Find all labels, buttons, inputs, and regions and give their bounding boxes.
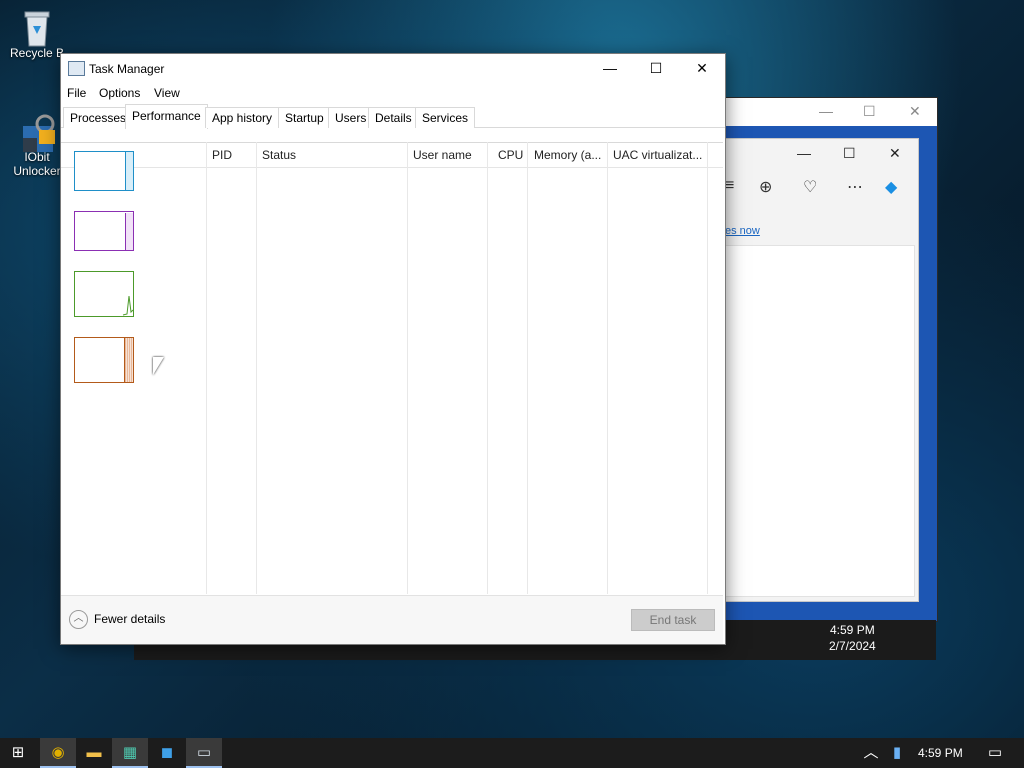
menu-icon[interactable]: ≡	[725, 177, 734, 195]
column-memory[interactable]: Memory (a...	[534, 148, 601, 162]
task-manager-window[interactable]: Task Manager — ☐ ✕ File Options View Pro…	[60, 53, 726, 645]
column-divider	[256, 142, 257, 594]
title-bar[interactable]: Task Manager — ☐ ✕	[61, 54, 725, 82]
tab-processes[interactable]: Processes	[63, 107, 134, 128]
column-cpu[interactable]: CPU	[498, 148, 523, 162]
minimize-icon[interactable]: —	[819, 103, 833, 119]
column-divider	[407, 142, 408, 594]
column-uac-virtualization[interactable]: UAC virtualizat...	[613, 148, 702, 162]
network-icon[interactable]: ▮	[884, 738, 910, 768]
column-divider	[206, 142, 207, 594]
column-user-name[interactable]: User name	[413, 148, 472, 162]
tab-bar: Processes Performance App history Startu…	[61, 104, 725, 129]
column-divider	[527, 142, 528, 594]
column-divider	[487, 142, 488, 594]
notifications-icon[interactable]: ▭	[980, 738, 1010, 768]
tab-details[interactable]: Details	[368, 107, 419, 128]
maximize-icon[interactable]: ☐	[863, 103, 876, 120]
menu-file[interactable]: File	[67, 86, 86, 100]
chevron-up-icon[interactable]: ︿	[856, 738, 886, 768]
fewer-details-link[interactable]: Fewer details	[94, 612, 165, 626]
start-icon[interactable]: ⊞	[0, 738, 36, 768]
minimize-button[interactable]: —	[587, 54, 633, 82]
task-manager-icon[interactable]: ▭	[186, 738, 222, 768]
menu-options[interactable]: Options	[99, 86, 140, 100]
background-clock-date: 2/7/2024	[829, 639, 876, 653]
taskbar: ⊞ ◉ ▬ ▦ ◼ ▭ ︿ ▮ 4:59 PM ▭	[0, 738, 1024, 768]
column-divider	[707, 142, 708, 594]
chrome-icon[interactable]: ◉	[40, 738, 76, 768]
disk-graph-thumbnail[interactable]	[74, 271, 134, 317]
tab-startup[interactable]: Startup	[278, 107, 331, 128]
chevron-up-icon[interactable]: ︿	[69, 610, 88, 629]
footer-bar: ︿ Fewer details End task	[61, 595, 723, 644]
close-button[interactable]: ✕	[679, 54, 725, 82]
background-clock-time: 4:59 PM	[830, 623, 875, 637]
column-header-row: PID Status User name CPU Memory (a... UA…	[61, 142, 723, 168]
end-task-button[interactable]: End task	[631, 609, 715, 631]
health-icon[interactable]: ♡	[803, 177, 817, 197]
browser-link[interactable]: es now	[725, 225, 760, 237]
maximize-icon[interactable]: ☐	[843, 145, 856, 162]
collections-icon[interactable]: ⊕	[759, 177, 772, 197]
tab-services[interactable]: Services	[415, 107, 476, 128]
menu-view[interactable]: View	[154, 86, 180, 100]
cpu-graph-thumbnail[interactable]	[74, 151, 134, 191]
unlocker-icon	[19, 112, 55, 152]
tab-app-history[interactable]: App history	[205, 107, 280, 128]
window-title: Task Manager	[89, 62, 165, 76]
task-manager-icon	[68, 61, 85, 76]
ethernet-graph-thumbnail[interactable]	[74, 337, 134, 383]
building-app-icon[interactable]: ▦	[112, 738, 148, 768]
maximize-button[interactable]: ☐	[633, 54, 679, 82]
column-status[interactable]: Status	[262, 148, 296, 162]
copilot-icon[interactable]: ◆	[885, 177, 897, 197]
more-icon[interactable]: ⋯	[847, 177, 863, 197]
store-icon[interactable]: ◼	[149, 738, 185, 768]
column-divider	[607, 142, 608, 594]
background-browser-window[interactable]: — ☐ ✕ ≡ ⊕ ♡ ⋯ ◆ es now	[724, 138, 919, 602]
minimize-icon[interactable]: —	[797, 145, 811, 161]
close-icon[interactable]: ✕	[889, 145, 901, 162]
tab-performance[interactable]: Performance	[125, 104, 208, 129]
file-explorer-icon[interactable]: ▬	[76, 738, 112, 768]
column-pid[interactable]: PID	[212, 148, 232, 162]
browser-content-pane	[725, 245, 915, 597]
clock-time[interactable]: 4:59 PM	[918, 738, 963, 768]
menu-bar: File Options View	[61, 82, 725, 104]
memory-graph-thumbnail[interactable]	[74, 211, 134, 251]
close-icon[interactable]: ✕	[909, 103, 921, 120]
mouse-cursor	[153, 357, 164, 375]
recycle-bin-icon	[19, 8, 55, 47]
tab-users[interactable]: Users	[328, 107, 374, 128]
